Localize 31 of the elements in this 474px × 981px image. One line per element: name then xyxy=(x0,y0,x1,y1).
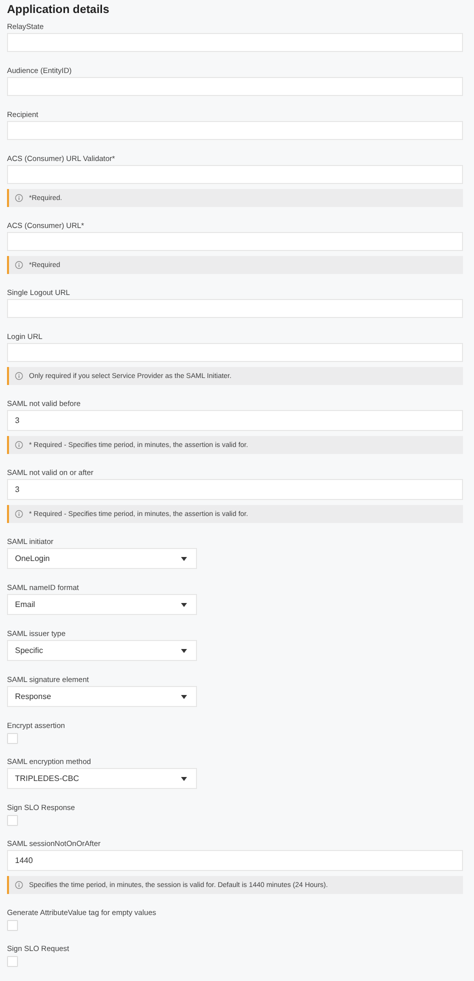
dropdown[interactable]: OneLogin xyxy=(7,548,197,569)
info-icon xyxy=(15,261,23,269)
text-field[interactable] xyxy=(7,343,463,362)
checkbox[interactable] xyxy=(7,956,18,967)
text-field[interactable] xyxy=(7,299,463,318)
text-field[interactable]: 3 xyxy=(7,479,463,500)
dropdown[interactable]: TRIPLEDES-CBC xyxy=(7,768,197,789)
caret-icon xyxy=(181,648,187,652)
info-icon xyxy=(15,194,23,202)
dropdown[interactable]: Email xyxy=(7,594,197,615)
caret-icon xyxy=(181,602,187,606)
text-field[interactable]: 3 xyxy=(7,410,463,431)
text-field[interactable] xyxy=(7,232,463,251)
caret-icon xyxy=(181,556,187,560)
caret-icon xyxy=(181,776,187,780)
info-icon xyxy=(15,881,23,889)
dropdown[interactable]: Specific xyxy=(7,640,197,661)
checkbox[interactable] xyxy=(7,815,18,826)
checkbox[interactable] xyxy=(7,920,18,931)
dropdown[interactable]: Response xyxy=(7,686,197,707)
text-field[interactable] xyxy=(7,121,463,140)
checkbox[interactable] xyxy=(7,733,18,744)
text-field[interactable] xyxy=(7,77,463,96)
info-icon xyxy=(15,441,23,449)
section-title: Application details xyxy=(7,3,110,17)
info-icon xyxy=(15,372,23,380)
text-field[interactable] xyxy=(7,33,463,52)
caret-icon xyxy=(181,694,187,698)
text-field[interactable]: 1440 xyxy=(7,850,463,871)
text-field[interactable] xyxy=(7,165,463,184)
info-icon xyxy=(15,510,23,518)
